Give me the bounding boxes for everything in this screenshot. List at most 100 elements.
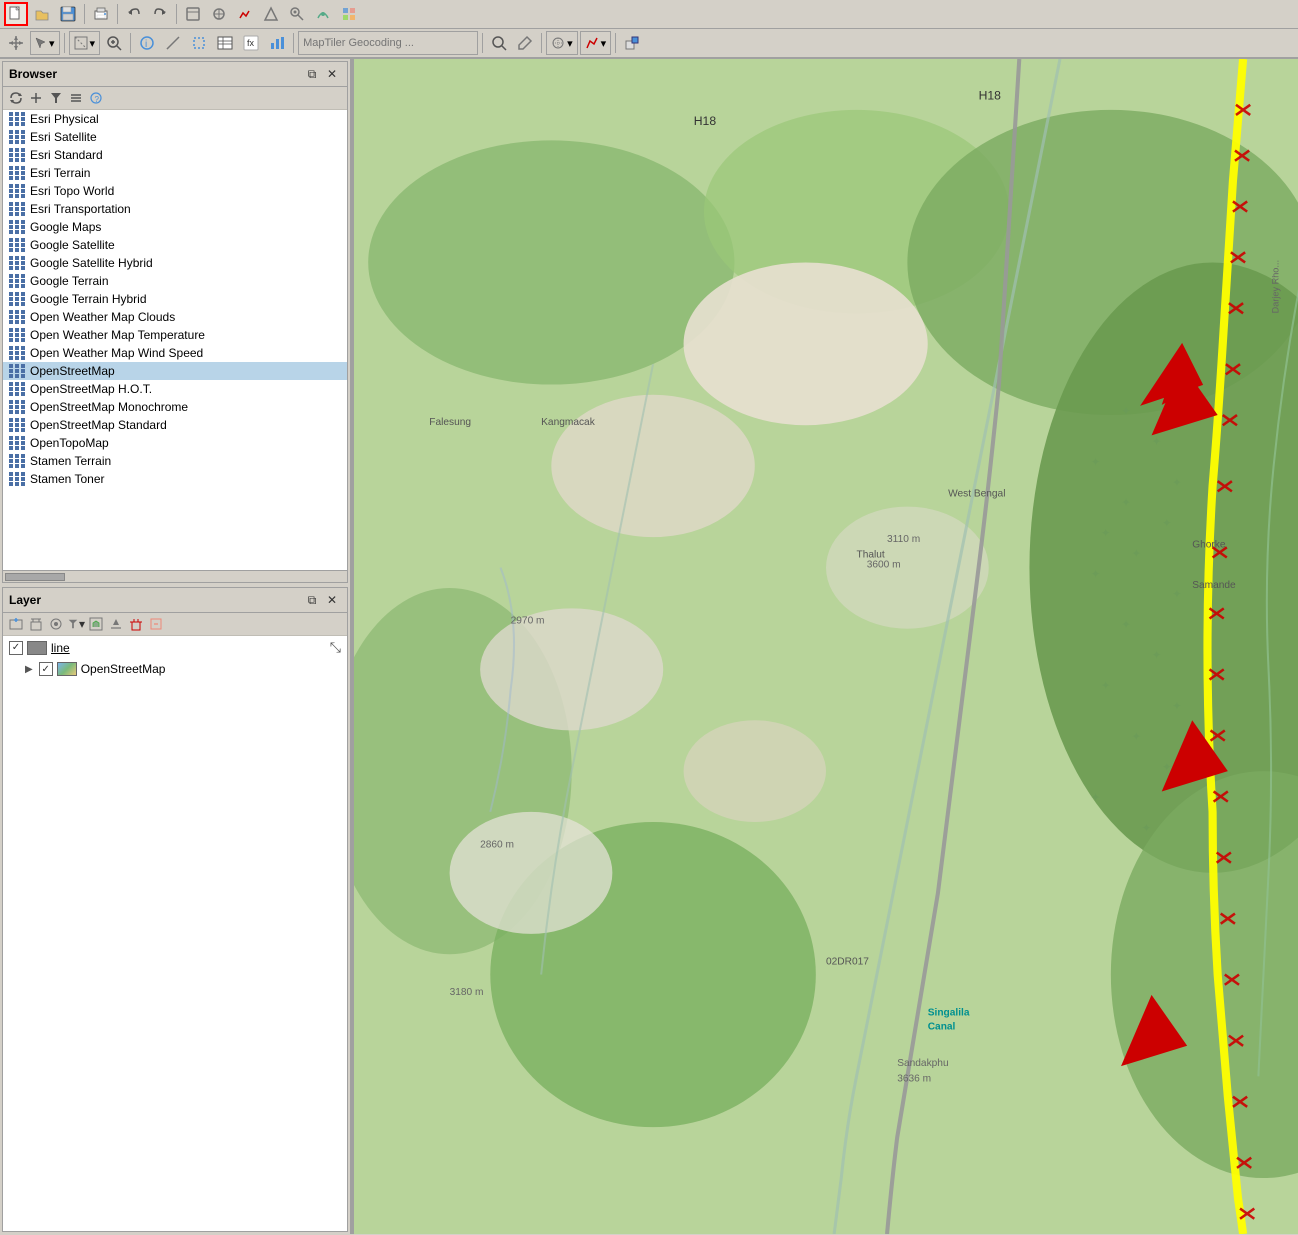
- field-calc-button[interactable]: fx: [239, 31, 263, 55]
- toolbar-btn-5[interactable]: [207, 2, 231, 26]
- browser-item-esri-satellite[interactable]: Esri Satellite: [3, 128, 347, 146]
- layer-stat-button[interactable]: [265, 31, 289, 55]
- layer-up-btn[interactable]: [107, 615, 125, 633]
- browser-item-esri-topo-world[interactable]: Esri Topo World: [3, 182, 347, 200]
- browser-item-open-weather-wind[interactable]: Open Weather Map Wind Speed: [3, 344, 347, 362]
- svg-text:✦: ✦: [1141, 821, 1151, 835]
- pan-button[interactable]: [4, 31, 28, 55]
- browser-item-label: Google Terrain Hybrid: [30, 292, 147, 306]
- svg-text:✦: ✦: [1121, 618, 1131, 632]
- zoom-in-button[interactable]: [102, 31, 126, 55]
- identify-button[interactable]: i: [135, 31, 159, 55]
- layer-toolbar: ▾: [3, 613, 347, 636]
- browser-item-esri-standard[interactable]: Esri Standard: [3, 146, 347, 164]
- layer-remove-btn[interactable]: [27, 615, 45, 633]
- undo-button[interactable]: [122, 2, 146, 26]
- search-button[interactable]: [487, 31, 511, 55]
- svg-text:3110 m: 3110 m: [887, 534, 920, 545]
- browser-item-open-weather-clouds[interactable]: Open Weather Map Clouds: [3, 308, 347, 326]
- layer-title: Layer: [9, 593, 41, 607]
- layer-item-osm-layer[interactable]: ▶OpenStreetMap: [3, 659, 347, 679]
- browser-help-btn[interactable]: ?: [87, 89, 105, 107]
- toolbar-btn-9[interactable]: [311, 2, 335, 26]
- zoom-dropdown[interactable]: ▾: [69, 31, 101, 55]
- toolbar-btn-6[interactable]: [233, 2, 257, 26]
- browser-hscrollbar-thumb[interactable]: [5, 573, 65, 581]
- plugin-button[interactable]: [620, 31, 644, 55]
- select-dropdown[interactable]: ▾: [30, 31, 60, 55]
- layer-add-btn[interactable]: [7, 615, 25, 633]
- toolbar-btn-8[interactable]: [285, 2, 309, 26]
- svg-text:✦: ✦: [1101, 526, 1111, 540]
- layer-expand-arrow[interactable]: ▶: [25, 664, 33, 675]
- sep2: [117, 4, 118, 24]
- browser-filter-btn[interactable]: [47, 89, 65, 107]
- geocoding-input[interactable]: [298, 31, 478, 55]
- browser-item-icon: [9, 184, 26, 198]
- browser-item-label: Google Satellite Hybrid: [30, 256, 153, 270]
- browser-item-esri-physical[interactable]: Esri Physical: [3, 110, 347, 128]
- browser-item-open-weather-temperature[interactable]: Open Weather Map Temperature: [3, 326, 347, 344]
- browser-item-icon: [9, 238, 26, 252]
- toolbar-btn-7[interactable]: [259, 2, 283, 26]
- layer-close-btn[interactable]: ✕: [323, 591, 341, 609]
- save-button[interactable]: [56, 2, 80, 26]
- browser-item-icon: [9, 166, 26, 180]
- select-feature-button[interactable]: [187, 31, 211, 55]
- browser-hscrollbar[interactable]: [3, 570, 347, 582]
- browser-item-google-satellite[interactable]: Google Satellite: [3, 236, 347, 254]
- browser-refresh-btn[interactable]: [7, 89, 25, 107]
- left-panel: Browser ⧉ ✕ ?: [0, 59, 350, 1234]
- open-project-button[interactable]: [30, 2, 54, 26]
- measure-button[interactable]: [161, 31, 185, 55]
- sep8: [541, 33, 542, 53]
- new-project-button[interactable]: [4, 2, 28, 26]
- browser-item-google-maps[interactable]: Google Maps: [3, 218, 347, 236]
- browser-item-label: Esri Satellite: [30, 130, 97, 144]
- browser-item-openstreetmap-standard[interactable]: OpenStreetMap Standard: [3, 416, 347, 434]
- browser-item-icon: [9, 382, 26, 396]
- browser-item-icon: [9, 220, 26, 234]
- browser-item-openstreetmap-mono[interactable]: OpenStreetMap Monochrome: [3, 398, 347, 416]
- browser-item-esri-transportation[interactable]: Esri Transportation: [3, 200, 347, 218]
- layer-style-btn[interactable]: [47, 615, 65, 633]
- layer-item-label: line: [51, 641, 70, 655]
- browser-item-stamen-terrain[interactable]: Stamen Terrain: [3, 452, 347, 470]
- print-button[interactable]: [89, 2, 113, 26]
- svg-text:Samande: Samande: [1192, 580, 1236, 591]
- browser-item-icon: [9, 418, 26, 432]
- browser-add-btn[interactable]: [27, 89, 45, 107]
- redo-button[interactable]: [148, 2, 172, 26]
- browser-item-label: OpenTopoMap: [30, 436, 109, 450]
- browser-item-opentopo[interactable]: OpenTopoMap: [3, 434, 347, 452]
- digitize-dropdown[interactable]: ▾: [580, 31, 612, 55]
- browser-item-icon: [9, 454, 26, 468]
- sep6: [293, 33, 294, 53]
- browser-close-btn[interactable]: ✕: [323, 65, 341, 83]
- svg-text:Sandakphu: Sandakphu: [897, 1058, 948, 1069]
- layer-restore-btn[interactable]: ⧉: [303, 591, 321, 609]
- toolbar-btn-10[interactable]: [337, 2, 361, 26]
- toolbar-btn-4[interactable]: [181, 2, 205, 26]
- browser-item-label: Google Satellite: [30, 238, 115, 252]
- browser-item-google-terrain[interactable]: Google Terrain: [3, 272, 347, 290]
- layer-info-btn[interactable]: [147, 615, 165, 633]
- open-table-button[interactable]: [213, 31, 237, 55]
- browser-item-openstreetmap-hot[interactable]: OpenStreetMap H.O.T.: [3, 380, 347, 398]
- edit-button[interactable]: [513, 31, 537, 55]
- browser-item-google-satellite-hybrid[interactable]: Google Satellite Hybrid: [3, 254, 347, 272]
- layer-filter-dropdown[interactable]: ▾: [67, 615, 85, 633]
- browser-item-openstreetmap[interactable]: OpenStreetMap: [3, 362, 347, 380]
- browser-collapse-btn[interactable]: [67, 89, 85, 107]
- browser-item-stamen-toner[interactable]: Stamen Toner: [3, 470, 347, 488]
- layer-item-line-layer[interactable]: line⤡: [3, 636, 347, 659]
- layer-delete-btn[interactable]: [127, 615, 145, 633]
- browser-item-google-terrain-hybrid[interactable]: Google Terrain Hybrid: [3, 290, 347, 308]
- browser-restore-btn[interactable]: ⧉: [303, 65, 321, 83]
- snap-dropdown[interactable]: ▾: [546, 31, 578, 55]
- layer-visibility-checkbox[interactable]: [39, 662, 53, 676]
- browser-item-esri-terrain[interactable]: Esri Terrain: [3, 164, 347, 182]
- layer-visibility-checkbox[interactable]: [9, 641, 23, 655]
- map-area[interactable]: ✦: [354, 59, 1298, 1234]
- layer-zoom-btn[interactable]: [87, 615, 105, 633]
